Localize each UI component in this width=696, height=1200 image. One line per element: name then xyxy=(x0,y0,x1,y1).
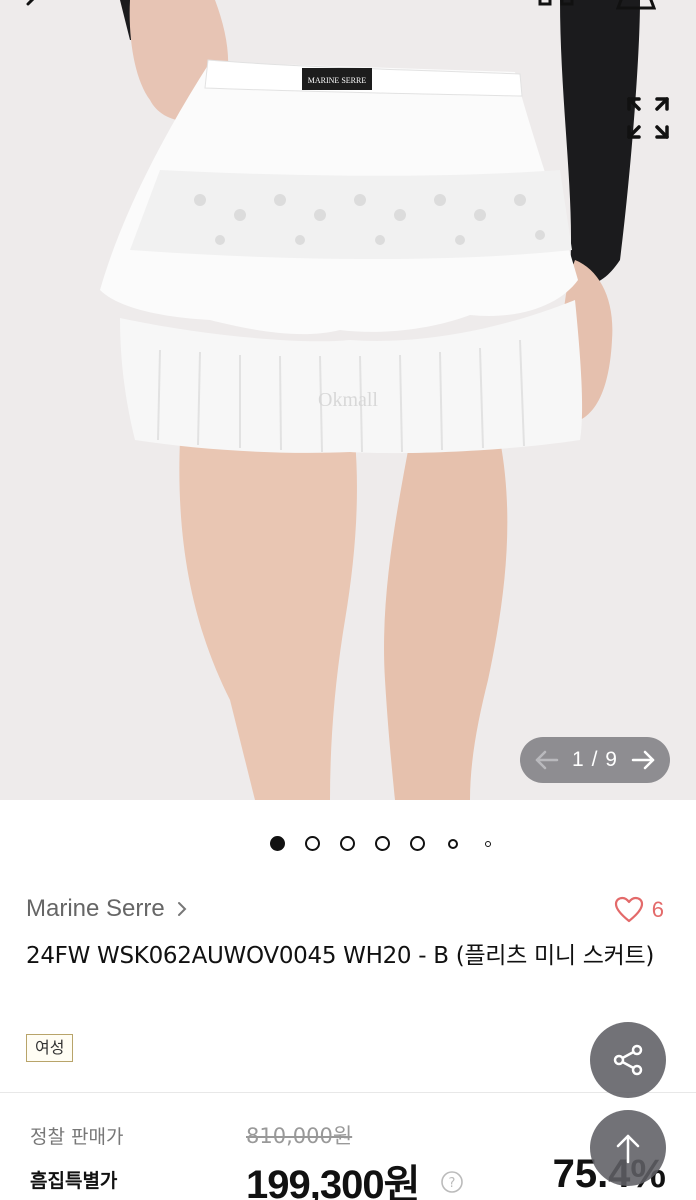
garment-label: MARINE SERRE xyxy=(308,76,367,85)
question-circle-icon[interactable]: ? xyxy=(440,1170,464,1194)
counter-separator: / xyxy=(591,748,599,771)
arrow-up-icon xyxy=(616,1134,640,1164)
chevron-left-icon[interactable] xyxy=(18,0,52,20)
share-icon xyxy=(613,1044,643,1076)
arrow-left-icon[interactable] xyxy=(534,750,560,770)
heart-icon xyxy=(614,896,643,923)
special-price: 199,300원 xyxy=(246,1163,420,1200)
counter-current: 1 xyxy=(572,748,585,771)
image-counter: 1 / 9 xyxy=(520,737,670,783)
pagination-dot[interactable] xyxy=(375,836,390,851)
product-photo: MARINE SERRE Okmall xyxy=(0,0,696,800)
pagination-dot[interactable] xyxy=(305,836,320,851)
pagination-dot[interactable] xyxy=(448,839,458,849)
gender-tag: 여성 xyxy=(26,1034,74,1062)
pagination-dot[interactable] xyxy=(485,841,491,847)
counter-text: 1 / 9 xyxy=(572,748,618,772)
svg-text:?: ? xyxy=(449,1176,456,1191)
pagination-dot[interactable] xyxy=(410,836,425,851)
product-title: 24FW WSK062AUWOV0045 WH20 - B (플리츠 미니 스커… xyxy=(26,943,655,969)
special-price-label: 흠집특별가 xyxy=(30,1170,118,1192)
home-icon[interactable] xyxy=(536,0,576,14)
share-button[interactable] xyxy=(590,1022,666,1098)
pagination-dot[interactable] xyxy=(340,836,355,851)
watermark: Okmall xyxy=(318,389,378,411)
like-count: 6 xyxy=(651,897,664,922)
pagination-dot-active[interactable] xyxy=(270,836,285,851)
like-button[interactable]: 6 xyxy=(614,896,664,924)
regular-price-label: 정찰 판매가 xyxy=(30,1126,124,1148)
arrow-right-icon[interactable] xyxy=(630,750,656,770)
scroll-top-button[interactable] xyxy=(590,1110,666,1186)
expand-icon[interactable] xyxy=(624,94,672,142)
brand-link[interactable]: Marine Serre xyxy=(26,895,189,923)
cart-icon[interactable] xyxy=(616,0,656,14)
regular-price: 810,000원 xyxy=(246,1124,353,1148)
product-image-gallery[interactable]: MARINE SERRE Okmall 1 / 9 xyxy=(0,0,696,800)
brand-name: Marine Serre xyxy=(26,895,165,922)
chevron-right-icon xyxy=(177,902,187,916)
gallery-pagination xyxy=(0,835,696,853)
counter-total: 9 xyxy=(605,748,618,771)
divider xyxy=(0,1092,696,1093)
